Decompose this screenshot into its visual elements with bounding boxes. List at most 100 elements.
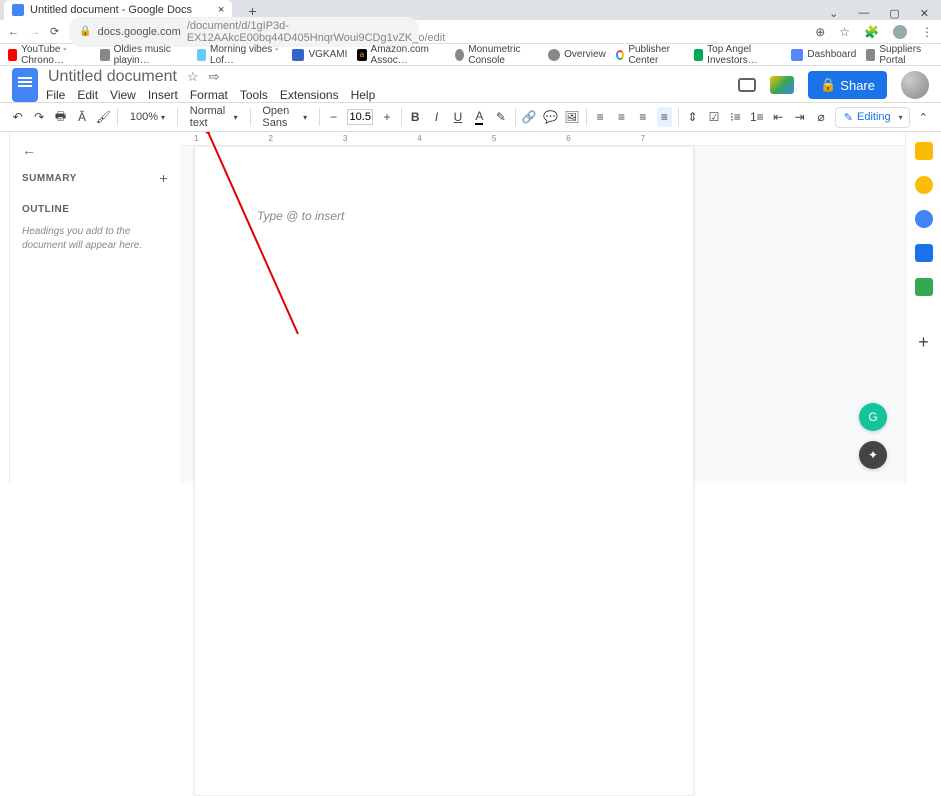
increase-font-button[interactable]: + [379, 107, 394, 127]
mode-select[interactable]: ✎ Editing [835, 107, 910, 128]
print-button[interactable]: 🖶 [53, 107, 68, 127]
redo-button[interactable]: ↷ [31, 107, 46, 127]
add-summary-button[interactable]: + [159, 170, 168, 186]
menu-tools[interactable]: Tools [240, 88, 268, 102]
url-path: /document/d/1gIP3d-EX12AAkcE00bq44D405Hn… [187, 20, 445, 44]
maximize-icon[interactable]: ▢ [889, 7, 899, 20]
bookmark-item[interactable]: VGKAMI [292, 49, 347, 61]
insertion-placeholder: Type @ to insert [257, 209, 344, 223]
align-left-button[interactable]: ≡ [592, 107, 607, 127]
menu-help[interactable]: Help [351, 88, 376, 102]
meet-icon[interactable] [770, 76, 794, 94]
profile-icon[interactable] [893, 25, 907, 39]
google-icon [616, 50, 624, 60]
star-icon[interactable]: ☆ [187, 69, 199, 85]
clear-formatting-button[interactable]: ⌀ [813, 107, 828, 127]
bookmark-item[interactable]: Suppliers Portal [866, 44, 933, 66]
menu-edit[interactable]: Edit [77, 88, 98, 102]
bookmark-item[interactable]: Dashboard [791, 49, 856, 61]
tab-title: Untitled document - Google Docs [30, 4, 192, 16]
menu-insert[interactable]: Insert [148, 88, 178, 102]
bookmark-item[interactable]: Overview [548, 49, 606, 61]
search-icon[interactable]: ⊕ [815, 25, 825, 39]
bookmark-item[interactable]: YouTube - Chrono… [8, 44, 90, 66]
align-center-button[interactable]: ≡ [614, 107, 629, 127]
menu-file[interactable]: File [46, 88, 65, 102]
menu-bar: File Edit View Insert Format Tools Exten… [46, 86, 375, 102]
align-right-button[interactable]: ≡ [635, 107, 650, 127]
collapse-outline-button[interactable]: ← [22, 142, 168, 158]
forward-button[interactable]: → [29, 26, 40, 38]
share-button[interactable]: 🔒 Share [808, 71, 887, 99]
explore-button[interactable]: ✦ [859, 441, 887, 469]
increase-indent-button[interactable]: ⇥ [792, 107, 807, 127]
bookmark-item[interactable]: Top Angel Investors… [694, 44, 781, 66]
outline-hint: Headings you add to the document will ap… [22, 225, 168, 253]
font-select[interactable]: Open Sans▾ [256, 103, 313, 131]
suppliers-icon [866, 49, 875, 61]
document-title[interactable]: Untitled document [48, 68, 177, 86]
bookmark-item[interactable]: Monumetric Console [455, 44, 538, 66]
text-color-button[interactable]: A [472, 107, 487, 127]
italic-button[interactable]: I [429, 107, 444, 127]
collapse-toolbar-button[interactable]: ⌃ [916, 111, 931, 124]
bookmark-item[interactable]: Publisher Center [616, 44, 684, 66]
account-avatar[interactable] [901, 71, 929, 99]
angel-icon [694, 49, 703, 61]
decrease-indent-button[interactable]: ⇤ [771, 107, 786, 127]
insert-link-button[interactable]: 🔗 [521, 107, 536, 127]
reload-button[interactable]: ⟳ [50, 25, 59, 38]
url-input[interactable]: 🔒 docs.google.com/document/d/1gIP3d-EX12… [69, 17, 419, 47]
bookmark-item[interactable]: Morning vibes - Lof… [197, 44, 283, 66]
close-icon[interactable]: × [218, 4, 224, 16]
align-justify-button[interactable]: ≡ [657, 107, 672, 127]
highlight-button[interactable]: ✎ [493, 107, 508, 127]
minimize-icon[interactable]: — [858, 7, 869, 20]
docs-logo-icon[interactable] [12, 68, 38, 102]
line-spacing-button[interactable]: ⇕ [685, 107, 700, 127]
keep-icon[interactable] [915, 176, 933, 194]
insert-comment-button[interactable]: 💬 [543, 107, 558, 127]
outline-panel: ← SUMMARY + OUTLINE Headings you add to … [10, 132, 180, 483]
lock-icon: 🔒 [79, 26, 91, 37]
menu-extensions[interactable]: Extensions [280, 88, 339, 102]
toolbar: ↶ ↷ 🖶 Ă 🖌 100%▾ Normal text▾ Open Sans▾ … [0, 102, 941, 132]
decrease-font-button[interactable]: − [326, 107, 341, 127]
close-window-icon[interactable]: ✕ [920, 7, 929, 20]
docs-favicon-icon [12, 4, 24, 16]
back-button[interactable]: ← [8, 26, 19, 38]
add-addon-button[interactable]: + [918, 332, 929, 353]
tasks-icon[interactable] [915, 210, 933, 228]
window-controls: ⌄ — ▢ ✕ [829, 7, 941, 20]
move-icon[interactable]: ⇨ [209, 69, 220, 85]
menu-view[interactable]: View [110, 88, 136, 102]
zoom-select[interactable]: 100%▾ [124, 109, 171, 125]
comment-history-icon[interactable] [738, 78, 756, 92]
bookmark-item[interactable]: aAmazon.com Assoc… [357, 44, 445, 66]
insert-image-button[interactable]: 🖼 [564, 107, 579, 127]
extensions-icon[interactable]: 🧩 [864, 25, 879, 39]
numbered-list-button[interactable]: 1≡ [749, 107, 764, 127]
contacts-icon[interactable] [915, 244, 933, 262]
share-url-icon[interactable]: ☆ [839, 25, 850, 39]
style-select[interactable]: Normal text▾ [184, 103, 244, 131]
calendar-icon[interactable] [915, 142, 933, 160]
font-size-input[interactable] [347, 109, 373, 125]
grammarly-icon[interactable]: G [859, 403, 887, 431]
bookmark-item[interactable]: Oldies music playin… [100, 44, 186, 66]
menu-icon[interactable]: ⋮ [921, 25, 933, 39]
menu-format[interactable]: Format [190, 88, 228, 102]
chevron-down-icon[interactable]: ⌄ [829, 7, 838, 20]
music-icon [100, 49, 109, 61]
document-page[interactable]: Type @ to insert [194, 146, 694, 796]
bulleted-list-button[interactable]: ⁝≡ [728, 107, 743, 127]
undo-button[interactable]: ↶ [10, 107, 25, 127]
spellcheck-button[interactable]: Ă [74, 107, 89, 127]
maps-icon[interactable] [915, 278, 933, 296]
bold-button[interactable]: B [407, 107, 422, 127]
address-bar: ← → ⟳ 🔒 docs.google.com/document/d/1gIP3… [0, 20, 941, 44]
paint-format-button[interactable]: 🖌 [96, 107, 111, 127]
horizontal-ruler[interactable]: 1 2 3 4 5 6 7 [180, 132, 905, 146]
underline-button[interactable]: U [450, 107, 465, 127]
checklist-button[interactable]: ☑ [706, 107, 721, 127]
